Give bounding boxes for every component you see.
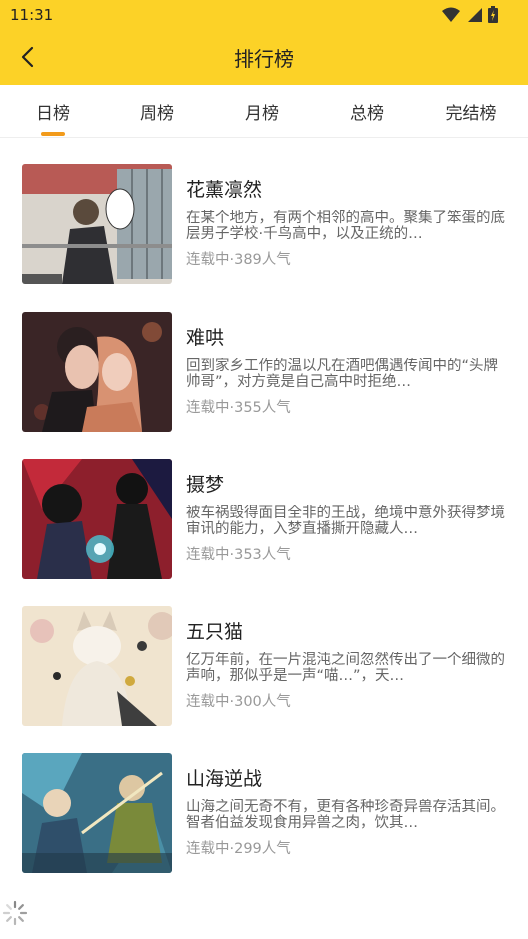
tab-label: 日榜 <box>36 104 70 124</box>
comic-title: 摄梦 <box>186 474 225 496</box>
list-item[interactable]: 难哄 回到家乡工作的温以凡在酒吧偶遇传闻中的“头牌帅哥”，对方竟是自己高中时拒绝… <box>0 286 528 432</box>
status-bar: 11:31 <box>0 0 528 30</box>
tab-label: 总榜 <box>350 104 384 124</box>
comic-status: 连载中·300人气 <box>186 694 291 710</box>
signal-icon <box>466 7 482 23</box>
list-item[interactable]: 五只猫 亿万年前，在一片混沌之间忽然传出了一个细微的声响，那似乎是一声“喵…”，… <box>0 580 528 726</box>
tab-label: 周榜 <box>140 104 174 124</box>
tab-label: 月榜 <box>245 104 279 124</box>
status-time: 11:31 <box>10 6 54 24</box>
comic-cover <box>22 753 172 873</box>
tab-completed[interactable]: 完结榜 <box>431 99 511 124</box>
battery-icon <box>488 6 498 23</box>
ranking-tabs: 日榜 周榜 月榜 总榜 完结榜 <box>0 85 528 138</box>
comic-title: 五只猫 <box>186 621 244 643</box>
list-item[interactable]: 山海逆战 山海之间无奇不有，更有各种珍奇异兽存活其间。智者伯益发现食用异兽之肉，… <box>0 727 528 873</box>
loading-spinner-icon <box>0 898 30 928</box>
comic-description: 被车祸毁得面目全非的王战，绝境中意外获得梦境审讯的能力，入梦直播撕开隐藏人… <box>186 505 505 537</box>
tab-label: 完结榜 <box>445 104 497 124</box>
comic-status: 连载中·353人气 <box>186 547 291 563</box>
app-header: 11:31 排行榜 <box>0 0 528 85</box>
comic-status: 连载中·389人气 <box>186 252 291 268</box>
comic-description: 亿万年前，在一片混沌之间忽然传出了一个细微的声响，那似乎是一声“喵…”，天… <box>186 652 505 684</box>
page-title: 排行榜 <box>234 47 294 71</box>
comic-cover <box>22 164 172 284</box>
tab-total[interactable]: 总榜 <box>327 99 407 124</box>
tab-weekly[interactable]: 周榜 <box>117 99 197 124</box>
wifi-icon <box>442 7 460 23</box>
comic-title: 难哄 <box>186 327 225 349</box>
tab-monthly[interactable]: 月榜 <box>222 99 302 124</box>
comic-description: 山海之间无奇不有，更有各种珍奇异兽存活其间。智者伯益发现食用异兽之肉，饮其… <box>186 799 505 831</box>
comic-status: 连载中·355人气 <box>186 400 291 416</box>
active-tab-indicator <box>41 132 65 136</box>
comic-cover <box>22 606 172 726</box>
list-item[interactable]: 摄梦 被车祸毁得面目全非的王战，绝境中意外获得梦境审讯的能力，入梦直播撕开隐藏人… <box>0 433 528 579</box>
comic-status: 连载中·299人气 <box>186 841 291 857</box>
list-item[interactable]: 花薰凛然 在某个地方，有两个相邻的高中。聚集了笨蛋的底层男子学校·千鸟高中，以及… <box>0 138 528 284</box>
tab-daily[interactable]: 日榜 <box>13 99 93 124</box>
comic-cover <box>22 459 172 579</box>
comic-description: 在某个地方，有两个相邻的高中。聚集了笨蛋的底层男子学校·千鸟高中，以及正统的… <box>186 210 505 242</box>
comic-title: 山海逆战 <box>186 768 263 790</box>
comic-cover <box>22 312 172 432</box>
comic-description: 回到家乡工作的温以凡在酒吧偶遇传闻中的“头牌帅哥”，对方竟是自己高中时拒绝… <box>186 358 499 390</box>
comic-title: 花薰凛然 <box>186 179 263 201</box>
